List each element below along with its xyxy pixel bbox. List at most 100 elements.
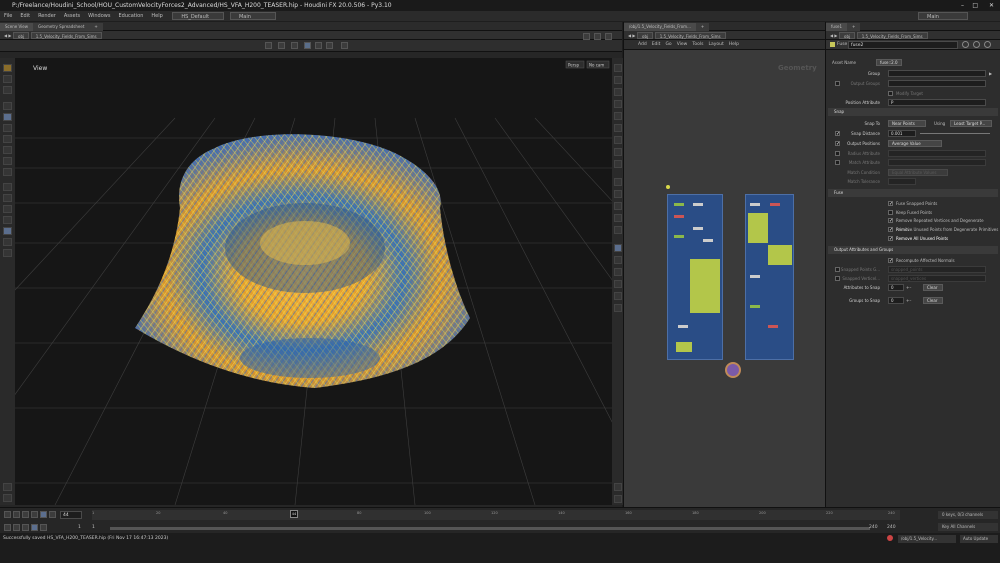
modify-target-checkbox[interactable] [888,91,893,96]
asset-name-field[interactable]: fuse::2.0 [876,59,902,66]
network-node[interactable] [770,203,780,206]
groups-to-snap-field[interactable]: 0 [888,297,904,304]
display-icon-19[interactable] [614,292,622,300]
network-path-node[interactable]: 1.5_Velocity_Fields_From_Sims [654,32,726,39]
transform-tool-icon[interactable] [3,75,12,83]
menu-assets[interactable]: Assets [60,11,84,21]
network-node[interactable] [693,227,703,230]
snap-tool-icon[interactable] [3,168,12,176]
menu-file[interactable]: File [0,11,16,21]
display-icon-2[interactable] [614,76,622,84]
tab-geometry-spreadsheet[interactable]: Geometry Spreadsheet [32,23,90,31]
display-icon-8[interactable] [614,148,622,156]
camera-tool-icon[interactable] [3,157,12,165]
network-menu-add[interactable]: Add [638,42,647,47]
fuse-section-header[interactable]: Fuse [828,189,998,197]
keep-fused-checkbox[interactable] [888,210,893,215]
stop-icon[interactable] [31,511,38,518]
display-icon-16[interactable] [614,256,622,264]
remove-repeated-checkbox[interactable]: ✓ [888,218,893,224]
pane-menu-icon[interactable] [605,33,612,40]
menu-windows[interactable]: Windows [84,11,114,21]
network-menu-help[interactable]: Help [729,42,739,47]
range-start[interactable]: 1 [78,525,81,530]
position-attribute-field[interactable]: P [888,99,986,106]
right-shelf-selector[interactable]: Main [918,12,968,20]
remove-all-unused-checkbox[interactable]: ✓ [888,236,893,242]
network-node[interactable] [768,325,778,328]
network-node[interactable] [750,275,760,278]
shelf-selector[interactable]: Main [229,12,276,20]
timeline-track[interactable]: 1 20 40 44 80 100 120 140 160 180 200 22… [92,510,900,520]
record-icon[interactable] [3,135,12,143]
network-dot[interactable] [666,185,670,189]
attributes-clear-button[interactable]: Clear [923,284,943,291]
network-node[interactable] [674,215,684,218]
params-path-node[interactable]: 1.5_Velocity_Fields_From_Sims [856,32,928,39]
step-forward-icon[interactable] [49,511,56,518]
play-icon[interactable] [40,511,47,518]
tab-params[interactable]: fuse1 [826,23,848,31]
network-back-icon[interactable]: ◀ ▶ [624,31,635,40]
match-tolerance-field[interactable] [888,178,916,185]
menu-render[interactable]: Render [34,11,60,21]
network-node[interactable] [693,203,703,206]
network-node[interactable] [674,235,684,238]
edges-mode-icon[interactable] [315,42,322,49]
vr-icon[interactable] [3,483,12,491]
menu-help[interactable]: Help [147,11,166,21]
step-back-icon[interactable] [13,511,20,518]
network-box-right[interactable] [745,194,794,360]
menu-edit[interactable]: Edit [16,11,34,21]
snap-distance-field[interactable]: 0.001 [888,130,916,137]
link-icon[interactable] [594,33,601,40]
rotate-icon[interactable] [291,42,298,49]
minimize-icon[interactable]: – [961,0,964,11]
gear-icon[interactable] [962,41,969,48]
lock-icon[interactable] [3,113,12,121]
display-icon-14[interactable] [614,226,622,234]
menu-education[interactable]: Education [114,11,147,21]
viewport-3d[interactable]: View Persp No cam [15,58,612,505]
match-condition-menu[interactable]: Equal Attribute Values [888,169,948,176]
snap-section-header[interactable]: Snap [828,108,998,116]
select-tool-icon[interactable] [3,64,12,72]
pin-icon[interactable] [583,33,590,40]
network-menu-view[interactable]: View [677,42,688,47]
range-end-2[interactable]: 240 [887,525,896,530]
output-node[interactable] [725,362,741,378]
output-groups-checkbox[interactable] [835,81,840,86]
network-menu-edit[interactable]: Edit [652,42,661,47]
tab-scene-view[interactable]: Scene View [0,23,33,31]
network-node[interactable] [678,325,688,328]
match-attribute-field[interactable] [888,159,986,166]
help-tool-icon[interactable] [3,494,12,502]
desktop-selector[interactable]: HS_Default [172,12,225,20]
range-icon[interactable] [31,524,38,531]
remove-unused-degenerate-checkbox[interactable]: ✓ [888,227,893,233]
camera-menu[interactable]: No cam [586,60,610,69]
settings-timeline-icon[interactable] [40,524,47,531]
groups-add-icon[interactable]: +– [906,296,911,305]
back-icon[interactable]: ◀ ▶ [0,31,11,40]
light-tool-icon[interactable] [3,146,12,154]
network-node[interactable] [750,203,760,206]
snap-to-menu[interactable]: Near Points [888,120,926,127]
loop-icon[interactable] [13,524,20,531]
network-node[interactable] [750,305,760,308]
display-icon-22[interactable] [614,495,622,503]
display-icon-9[interactable] [614,160,622,168]
params-back-icon[interactable]: ◀ ▶ [826,31,837,40]
maximize-icon[interactable]: □ [972,0,978,11]
key-all-button[interactable]: Key All Channels [938,523,998,531]
display-icon-11[interactable] [614,190,622,198]
display-options-icon[interactable] [3,227,12,235]
display-icon-20[interactable] [614,304,622,312]
output-positions-checkbox[interactable]: ✓ [835,141,840,147]
search-icon[interactable] [973,41,980,48]
tab-network[interactable]: /obj/1.5_Velocity_Fields_From... [624,23,696,31]
display-icon-21[interactable] [614,483,622,491]
radius-attribute-checkbox[interactable] [835,151,840,156]
network-menu-layout[interactable]: Layout [708,42,723,47]
display-icon-3[interactable] [614,88,622,96]
